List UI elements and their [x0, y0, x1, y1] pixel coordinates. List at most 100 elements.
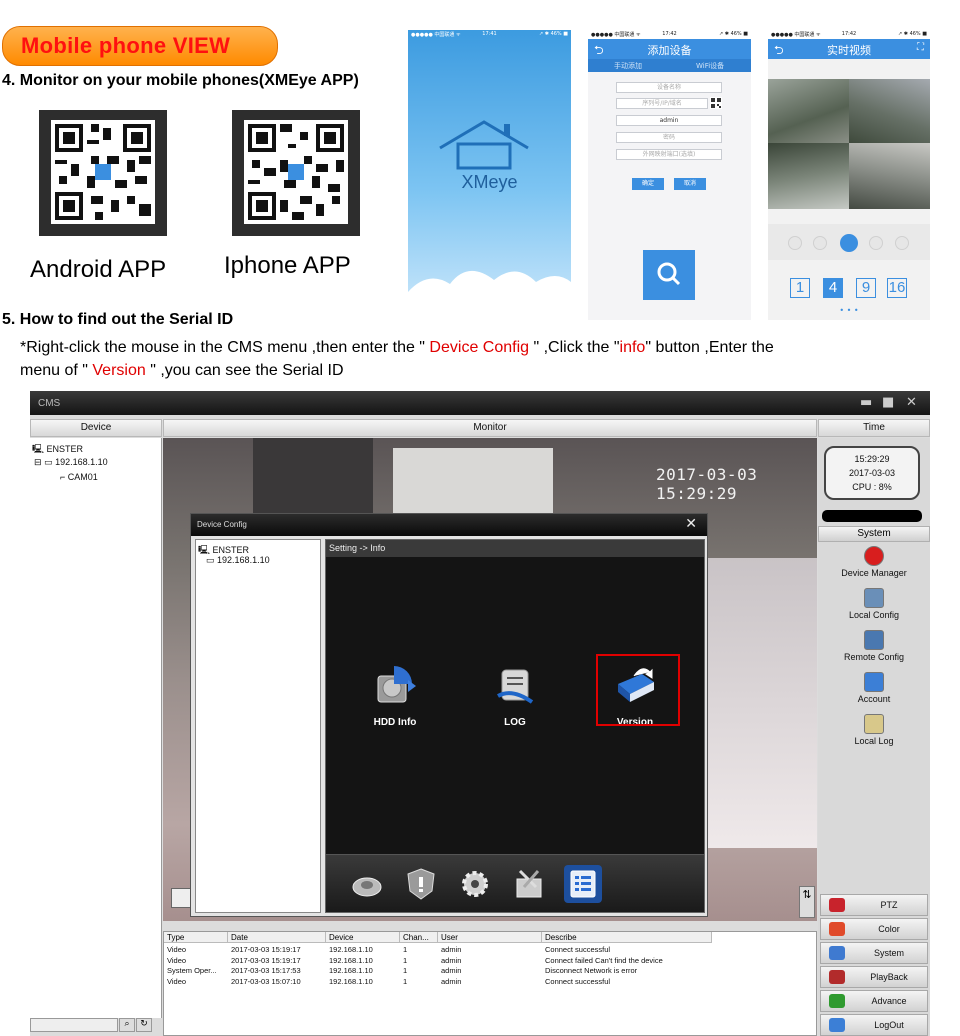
shield-icon[interactable] — [402, 865, 440, 903]
table-row[interactable]: System Oper... 2017-03-03 15:17:53 192.168… — [164, 966, 816, 976]
tree-search-input[interactable] — [30, 1018, 118, 1032]
monitor-column-header: Monitor — [163, 419, 817, 437]
tools-icon[interactable] — [510, 865, 548, 903]
cpu-usage: CPU : 8% — [852, 482, 892, 492]
hdd-icon — [377, 666, 416, 703]
menu-remote-config[interactable]: Remote Config — [818, 630, 930, 662]
username-field[interactable]: admin — [616, 115, 722, 126]
tree-device[interactable]: ▭ 192.168.1.10 — [206, 555, 270, 566]
log-column-header[interactable]: Type — [164, 932, 228, 943]
tree-device[interactable]: ⊟ ▭ 192.168.1.10 — [34, 457, 108, 468]
serial-field[interactable]: 序列号/IP/域名 — [616, 98, 708, 109]
status-bar: ●●●●● 中国联通 ᯤ 17:41 ↗ ✱ 46% ■ — [411, 31, 568, 38]
xmeye-house-logo-icon — [439, 120, 529, 170]
time-column-header: Time — [818, 419, 930, 437]
video-tile[interactable] — [849, 79, 930, 143]
breadcrumb: Setting -> Info — [326, 540, 704, 557]
menu-local-log[interactable]: Local Log — [818, 714, 930, 746]
log-cell: 2017-03-03 15:07:10 — [231, 976, 301, 986]
minimize-icon[interactable]: ▬ — [860, 395, 872, 410]
split-arrows-icon[interactable]: ⇅ — [799, 886, 815, 918]
log-cell: 2017-03-03 15:19:17 — [231, 955, 301, 965]
table-row[interactable]: Video 2017-03-03 15:07:10 192.168.1.10 1 adm… — [164, 977, 816, 987]
log-column-header[interactable]: Device — [326, 932, 400, 943]
collapse-icon[interactable]: ⊟ — [34, 457, 42, 467]
log-cell: 1 — [403, 976, 408, 986]
talk-icon[interactable] — [895, 236, 909, 250]
refresh-icon[interactable]: ↻ — [136, 1018, 152, 1032]
phone-add-device-screen: ●●●●● 中国联通 ᯤ 17:42 ↗ ✱ 46% ■ ⮌ 添加设备 手动添加… — [588, 30, 751, 320]
password-field[interactable]: 密码 — [616, 132, 722, 143]
status-bar: ●●●●● 中国联通 ᯤ 17:42 ↗ ✱ 46% ■ — [588, 30, 751, 39]
logout-button[interactable]: LogOut — [820, 1014, 928, 1036]
log-cell: 192.168.1.10 — [329, 955, 373, 965]
advance-button[interactable]: Advance — [820, 990, 928, 1012]
app-name: XMeye — [461, 172, 518, 192]
cancel-button[interactable]: 取消 — [674, 178, 706, 190]
info-icon[interactable] — [564, 865, 602, 903]
hdd-tool-icon[interactable] — [348, 865, 386, 903]
tab-manual-add[interactable]: 手动添加 — [614, 61, 642, 71]
menu-account[interactable]: Account — [818, 672, 930, 704]
window-title: CMS — [38, 398, 61, 409]
gear-icon[interactable] — [456, 865, 494, 903]
advance-icon — [829, 994, 845, 1008]
grid-option-9[interactable]: 9 — [856, 278, 876, 298]
menu-local-config[interactable]: Local Config — [818, 588, 930, 620]
page-dots: • • • — [839, 306, 859, 315]
instruction-line-1: *Right-click the mouse in the CMS menu ,… — [20, 339, 774, 356]
system-button[interactable]: System — [820, 942, 928, 964]
video-tile[interactable] — [768, 79, 849, 143]
ptz-icon — [829, 898, 845, 912]
snapshot-icon[interactable] — [869, 236, 883, 250]
device-tree: 🖳 ENSTER ⊟ ▭ 192.168.1.10 ⌐ CAM01 ⌕ ↻ — [30, 438, 162, 1032]
log-cell: admin — [441, 945, 462, 954]
record-icon[interactable] — [788, 236, 802, 250]
grid-option-4[interactable]: 4 — [823, 278, 843, 298]
log-column-header[interactable]: Date — [228, 932, 326, 943]
close-icon[interactable]: ✕ — [685, 516, 697, 532]
wall-cabinet — [703, 558, 817, 848]
log-button[interactable]: LOG — [470, 662, 560, 728]
ptz-button[interactable]: PTZ — [820, 894, 928, 916]
screen-title: 添加设备 — [647, 44, 692, 57]
scan-qr-icon[interactable] — [710, 97, 722, 109]
video-tile[interactable] — [849, 143, 930, 209]
device-name-field[interactable]: 设备名称 — [616, 82, 722, 93]
log-cell: 192.168.1.10 — [329, 966, 373, 975]
playback-button[interactable]: PlayBack — [820, 966, 928, 988]
close-icon[interactable]: ✕ — [906, 395, 917, 410]
log-cell: 2017-03-03 15:17:53 — [231, 966, 301, 975]
tree-root[interactable]: 🖳 ENSTER — [32, 442, 83, 458]
iphone-qr-code — [232, 110, 360, 236]
log-column-header[interactable]: Describe — [542, 932, 712, 943]
log-cell: 2017-03-03 15:19:17 — [231, 945, 301, 954]
table-row[interactable]: Video 2017-03-03 15:19:17 192.168.1.10 1 adm… — [164, 945, 816, 955]
ok-button[interactable]: 确定 — [632, 178, 664, 190]
log-column-header[interactable]: Chan... — [400, 932, 438, 943]
dialog-main-panel: Setting -> Info HDD Info LOG Version — [325, 539, 705, 913]
menu-device-manager[interactable]: Device Manager — [818, 546, 930, 578]
grid-option-16[interactable]: 16 — [887, 278, 907, 298]
maximize-icon[interactable]: ■ — [882, 395, 894, 410]
tab-wifi-device[interactable]: WiFi设备 — [696, 61, 724, 71]
log-cell: Video — [167, 955, 187, 965]
banner-label: Mobile phone VIEW — [21, 33, 231, 58]
port-field[interactable]: 外网映射端口(选填) — [616, 149, 722, 160]
video-tile[interactable] — [768, 143, 849, 209]
log-cell: admin — [441, 955, 462, 965]
color-button[interactable]: Color — [820, 918, 928, 940]
hdd-info-button[interactable]: HDD Info — [350, 662, 440, 728]
clock-time: 15:29:29 — [854, 454, 890, 464]
home-icon[interactable] — [840, 234, 858, 252]
grid-option-1[interactable]: 1 — [790, 278, 810, 298]
tree-camera[interactable]: ⌐ CAM01 — [60, 472, 98, 482]
fullscreen-icon[interactable]: ⛶ — [917, 42, 924, 53]
audio-icon[interactable] — [813, 236, 827, 250]
nav-bar: ⮌ 实时视频 ⛶ — [768, 39, 930, 59]
search-device-button[interactable] — [643, 250, 695, 300]
table-row[interactable]: Video 2017-03-03 15:19:17 192.168.1.10 1 adm… — [164, 956, 816, 966]
log-column-header[interactable]: User — [438, 932, 542, 943]
search-icon[interactable]: ⌕ — [119, 1018, 135, 1032]
log-cell: Connect successful — [545, 945, 611, 954]
